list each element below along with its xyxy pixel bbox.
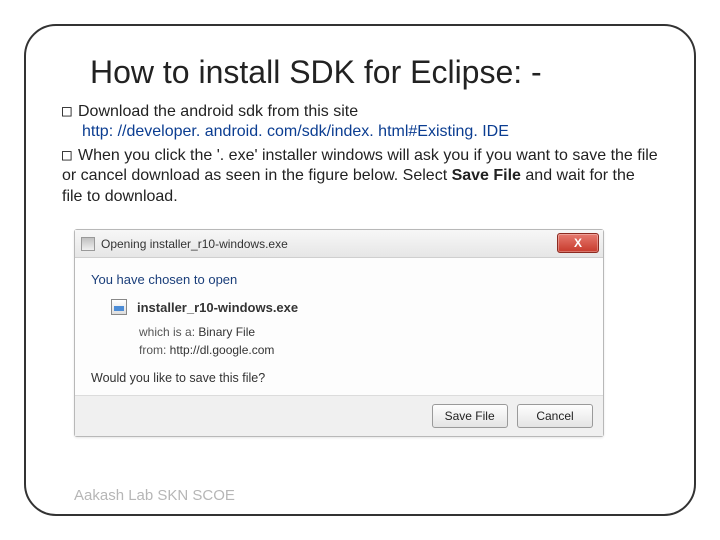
file-icon (111, 299, 127, 315)
download-dialog: Opening installer_r10-windows.exe X You … (74, 229, 604, 437)
dialog-button-bar: Save File Cancel (75, 395, 603, 436)
bullet-list: □ Download the android sdk from this sit… (62, 101, 658, 207)
from-value: http://dl.google.com (170, 343, 275, 357)
checkbox-glyph: □ (62, 145, 78, 165)
window-icon (81, 237, 95, 251)
bullet-2: □ When you click the '. exe' installer w… (62, 145, 658, 207)
dialog-body: You have chosen to open installer_r10-wi… (75, 258, 603, 395)
dialog-title: Opening installer_r10-windows.exe (101, 237, 288, 251)
bullet-1: □ Download the android sdk from this sit… (62, 101, 658, 143)
footer-watermark: Aakash Lab SKN SCOE (74, 487, 235, 504)
chosen-text: You have chosen to open (91, 272, 587, 287)
file-name: installer_r10-windows.exe (137, 300, 298, 315)
file-row: installer_r10-windows.exe (111, 299, 587, 315)
cancel-button[interactable]: Cancel (517, 404, 593, 428)
from-row: from: http://dl.google.com (139, 343, 587, 357)
close-button[interactable]: X (557, 233, 599, 253)
page-title: How to install SDK for Eclipse: - (90, 54, 658, 91)
save-file-button[interactable]: Save File (432, 404, 508, 428)
which-row: which is a: Binary File (139, 325, 587, 339)
bullet-1-text: Download the android sdk from this site (78, 103, 358, 120)
sdk-link[interactable]: http: //developer. android. com/sdk/inde… (82, 122, 658, 142)
bullet-2-bold: Save File (452, 167, 521, 184)
ask-text: Would you like to save this file? (91, 371, 587, 385)
which-label: which is a: (139, 325, 198, 339)
from-label: from: (139, 343, 170, 357)
checkbox-glyph: □ (62, 101, 78, 121)
which-value: Binary File (198, 325, 255, 339)
slide-frame: How to install SDK for Eclipse: - □ Down… (24, 24, 696, 516)
dialog-titlebar: Opening installer_r10-windows.exe X (75, 230, 603, 258)
